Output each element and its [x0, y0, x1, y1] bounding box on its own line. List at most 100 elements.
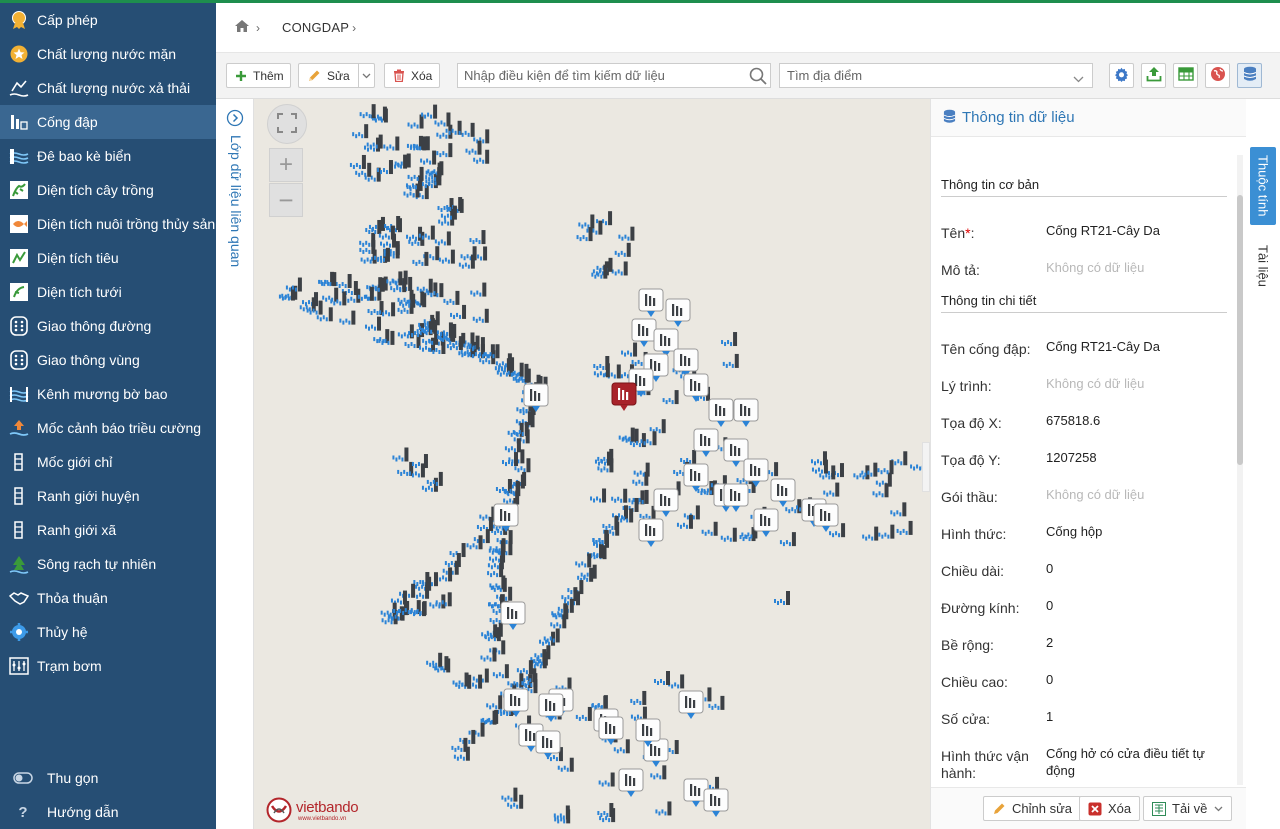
sidebar-item[interactable]: Đê bao kè biển: [0, 139, 216, 173]
sluice-pin[interactable]: [743, 458, 769, 487]
sluice-marker[interactable]: [561, 587, 578, 602]
sluice-marker[interactable]: [436, 143, 453, 158]
sluice-marker[interactable]: [590, 545, 607, 560]
sidebar-item[interactable]: Giao thông vùng: [0, 343, 216, 377]
edit-button[interactable]: Sửa: [298, 63, 375, 88]
sluice-marker[interactable]: [412, 251, 429, 266]
sluice-marker[interactable]: [611, 261, 628, 276]
sluice-pin[interactable]: [665, 298, 691, 327]
sluice-marker[interactable]: [823, 482, 840, 497]
sluice-marker[interactable]: [722, 353, 739, 368]
sluice-marker[interactable]: [367, 301, 384, 316]
sluice-marker[interactable]: [597, 803, 614, 818]
sluice-pin[interactable]: [683, 463, 709, 492]
sluice-marker[interactable]: [322, 287, 339, 302]
sluice-pin[interactable]: [678, 690, 704, 719]
sluice-pin[interactable]: [638, 518, 664, 547]
sluice-marker[interactable]: [611, 488, 628, 503]
sidebar-item[interactable]: Mốc cảnh báo triều cường: [0, 411, 216, 445]
sluice-pin[interactable]: [770, 478, 796, 507]
help-link[interactable]: ? Hướng dẫn: [0, 795, 216, 829]
sluice-marker[interactable]: [480, 647, 497, 662]
settings-button[interactable]: [1109, 63, 1134, 88]
edit-record-button[interactable]: Chỉnh sửa: [983, 796, 1082, 821]
sluice-marker[interactable]: [407, 166, 424, 181]
selected-sluice-pin[interactable]: [611, 382, 637, 411]
sluice-marker[interactable]: [779, 532, 796, 547]
sidebar-item[interactable]: Trạm bơm: [0, 649, 216, 683]
sidebar-item[interactable]: Thủy hệ: [0, 615, 216, 649]
sluice-marker[interactable]: [392, 447, 409, 462]
sluice-marker[interactable]: [592, 530, 609, 545]
sluice-marker[interactable]: [470, 282, 487, 297]
sluice-marker[interactable]: [410, 136, 427, 151]
sluice-marker[interactable]: [598, 772, 615, 787]
sluice-marker[interactable]: [476, 516, 493, 531]
sluice-pin[interactable]: [638, 288, 664, 317]
download-button[interactable]: Tải về: [1143, 796, 1233, 821]
sluice-pin[interactable]: [618, 768, 644, 797]
sluice-marker[interactable]: [507, 422, 524, 437]
sluice-marker[interactable]: [877, 460, 894, 475]
sidebar-item[interactable]: Ranh giới xã: [0, 513, 216, 547]
sluice-marker[interactable]: [365, 316, 382, 331]
sluice-marker[interactable]: [490, 577, 507, 592]
sidebar-item[interactable]: Diện tích tưới: [0, 275, 216, 309]
sluice-pin[interactable]: [535, 730, 561, 759]
sluice-marker[interactable]: [612, 505, 629, 520]
sluice-marker[interactable]: [507, 673, 524, 688]
sluice-marker[interactable]: [578, 214, 595, 229]
sluice-marker[interactable]: [349, 154, 366, 169]
sluice-marker[interactable]: [352, 124, 369, 139]
sluice-marker[interactable]: [468, 722, 485, 737]
sidebar-item[interactable]: Chất lượng nước mặn: [0, 37, 216, 71]
info-scrollbar[interactable]: [1237, 155, 1243, 785]
sluice-pin[interactable]: [693, 428, 719, 457]
sluice-marker[interactable]: [373, 329, 390, 344]
sluice-marker[interactable]: [465, 140, 482, 155]
sluice-pin[interactable]: [708, 398, 734, 427]
sidebar-item[interactable]: Cống đập: [0, 105, 216, 139]
sluice-marker[interactable]: [668, 674, 685, 689]
map-canvas[interactable]: + − vietbando www.vietbando.vn: [254, 99, 930, 829]
tab-documents[interactable]: Tài liệu: [1250, 235, 1276, 297]
delete-record-button[interactable]: Xóa: [1079, 796, 1141, 821]
sidebar-item[interactable]: Ranh giới huyện: [0, 479, 216, 513]
delete-button[interactable]: Xóa: [384, 63, 440, 88]
sluice-marker[interactable]: [576, 227, 593, 242]
sluice-marker[interactable]: [411, 454, 428, 469]
sluice-marker[interactable]: [489, 640, 506, 655]
sluice-pin[interactable]: [653, 488, 679, 517]
sluice-marker[interactable]: [654, 671, 670, 685]
sluice-marker[interactable]: [481, 624, 498, 639]
sluice-marker[interactable]: [875, 472, 892, 487]
sluice-marker[interactable]: [554, 809, 571, 824]
sluice-marker[interactable]: [426, 652, 443, 667]
zoom-in-button[interactable]: +: [269, 148, 303, 182]
sluice-marker[interactable]: [504, 438, 521, 453]
sluice-marker[interactable]: [639, 505, 656, 520]
sluice-marker[interactable]: [438, 249, 455, 264]
sluice-marker[interactable]: [455, 674, 472, 689]
sluice-marker[interactable]: [655, 801, 672, 816]
sluice-marker[interactable]: [618, 226, 635, 241]
sluice-marker[interactable]: [649, 419, 666, 434]
sluice-marker[interactable]: [443, 290, 460, 305]
sluice-marker[interactable]: [386, 271, 403, 286]
sluice-marker[interactable]: [366, 277, 383, 292]
sluice-marker[interactable]: [891, 451, 908, 466]
sluice-marker[interactable]: [479, 506, 496, 521]
sidebar-item[interactable]: Cấp phép: [0, 3, 216, 37]
collapse-sidebar-button[interactable]: Thu gọn: [0, 761, 216, 795]
sidebar-item[interactable]: Diện tích nuôi trồng thủy sản: [0, 207, 216, 241]
sidebar-item[interactable]: Chất lượng nước xả thải: [0, 71, 216, 105]
sluice-pin[interactable]: [500, 601, 526, 630]
sidebar-item[interactable]: Diện tích cây trồng: [0, 173, 216, 207]
sluice-marker[interactable]: [452, 672, 469, 687]
sluice-marker[interactable]: [285, 277, 302, 292]
sluice-marker[interactable]: [480, 710, 497, 725]
sluice-marker[interactable]: [575, 553, 592, 568]
sluice-marker[interactable]: [862, 526, 879, 541]
sluice-marker[interactable]: [434, 231, 451, 246]
sluice-pin[interactable]: [598, 716, 624, 745]
